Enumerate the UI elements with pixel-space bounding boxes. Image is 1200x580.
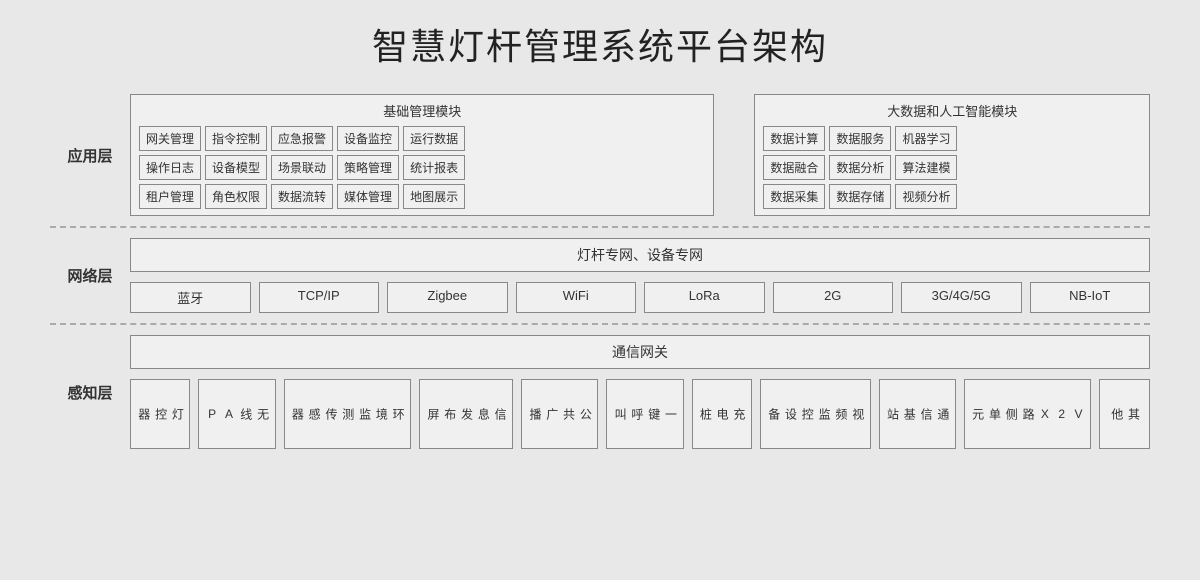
app-layer: 应用层 基础管理模块 网关管理 指令控制 应急报警 设备监控 运行数据 操作日志…	[50, 84, 1150, 228]
app-layer-content: 基础管理模块 网关管理 指令控制 应急报警 设备监控 运行数据 操作日志 设备模…	[130, 94, 1150, 216]
perception-base-station: 通信基站	[879, 379, 956, 449]
net-tcpip: TCP/IP	[259, 282, 380, 313]
perception-wifi-ap: 无线AP	[198, 379, 275, 449]
architecture-diagram: 应用层 基础管理模块 网关管理 指令控制 应急报警 设备监控 运行数据 操作日志…	[50, 84, 1150, 459]
module-run-data: 运行数据	[403, 126, 465, 151]
net-345g: 3G/4G/5G	[901, 282, 1022, 313]
perception-info-screen: 信息发布屏	[419, 379, 513, 449]
module-alarm: 应急报警	[271, 126, 333, 151]
module-device-monitor: 设备监控	[337, 126, 399, 151]
perception-other: 其他	[1099, 379, 1150, 449]
net-2g: 2G	[773, 282, 894, 313]
perception-layer-content: 通信网关 灯控器 无线AP 环境监测传感器 信息发布屏 公共广播 一键呼叫 充电…	[130, 335, 1150, 449]
ai-module-row-1: 数据融合 数据分析 算法建模	[763, 155, 1141, 180]
module-ml: 机器学习	[895, 126, 957, 151]
net-bluetooth: 蓝牙	[130, 282, 251, 313]
perception-layer: 感知层 通信网关 灯控器 无线AP 环境监测传感器 信息发布屏 公共广播 一键呼…	[50, 325, 1150, 459]
net-lora: LoRa	[644, 282, 765, 313]
page-title: 智慧灯杆管理系统平台架构	[372, 18, 828, 70]
module-video-analysis: 视频分析	[895, 184, 957, 209]
perception-env-sensor: 环境监测传感器	[284, 379, 412, 449]
module-data-storage: 数据存储	[829, 184, 891, 209]
base-module-title: 基础管理模块	[139, 101, 705, 120]
module-algo: 算法建模	[895, 155, 957, 180]
perception-broadcast: 公共广播	[521, 379, 598, 449]
base-module-row-0: 网关管理 指令控制 应急报警 设备监控 运行数据	[139, 126, 705, 151]
perception-v2x: V2X路侧单元	[964, 379, 1092, 449]
perception-camera: 视频监控设备	[760, 379, 871, 449]
spacer	[724, 94, 744, 216]
app-module-groups: 基础管理模块 网关管理 指令控制 应急报警 设备监控 运行数据 操作日志 设备模…	[130, 94, 1150, 216]
ai-module-row-2: 数据采集 数据存储 视频分析	[763, 184, 1141, 209]
perception-charger: 充电桩	[692, 379, 752, 449]
module-gateway: 网关管理	[139, 126, 201, 151]
base-module-group: 基础管理模块 网关管理 指令控制 应急报警 设备监控 运行数据 操作日志 设备模…	[130, 94, 714, 216]
base-module-row-2: 租户管理 角色权限 数据流转 媒体管理 地图展示	[139, 184, 705, 209]
module-data-analysis: 数据分析	[829, 155, 891, 180]
module-role: 角色权限	[205, 184, 267, 209]
module-scene: 场景联动	[271, 155, 333, 180]
network-layer: 网络层 灯杆专网、设备专网 蓝牙 TCP/IP Zigbee WiFi LoRa…	[50, 228, 1150, 325]
module-stats: 统计报表	[403, 155, 465, 180]
module-data-collect: 数据采集	[763, 184, 825, 209]
module-data-calc: 数据计算	[763, 126, 825, 151]
perception-gateway: 通信网关	[130, 335, 1150, 369]
base-module-row-1: 操作日志 设备模型 场景联动 策略管理 统计报表	[139, 155, 705, 180]
network-layer-label: 网络层	[50, 238, 130, 313]
module-map: 地图展示	[403, 184, 465, 209]
net-wifi: WiFi	[516, 282, 637, 313]
app-layer-label: 应用层	[50, 94, 130, 216]
network-main: 灯杆专网、设备专网	[130, 238, 1150, 272]
module-data-fusion: 数据融合	[763, 155, 825, 180]
net-zigbee: Zigbee	[387, 282, 508, 313]
network-layer-content: 灯杆专网、设备专网 蓝牙 TCP/IP Zigbee WiFi LoRa 2G …	[130, 238, 1150, 313]
perception-layer-label: 感知层	[50, 335, 130, 449]
module-data-service: 数据服务	[829, 126, 891, 151]
module-data-flow: 数据流转	[271, 184, 333, 209]
module-log: 操作日志	[139, 155, 201, 180]
ai-module-row-0: 数据计算 数据服务 机器学习	[763, 126, 1141, 151]
perception-call: 一键呼叫	[606, 379, 683, 449]
ai-module-title: 大数据和人工智能模块	[763, 101, 1141, 120]
ai-module-group: 大数据和人工智能模块 数据计算 数据服务 机器学习 数据融合 数据分析 算法建模…	[754, 94, 1150, 216]
module-media: 媒体管理	[337, 184, 399, 209]
module-cmd: 指令控制	[205, 126, 267, 151]
module-policy: 策略管理	[337, 155, 399, 180]
perception-items: 灯控器 无线AP 环境监测传感器 信息发布屏 公共广播 一键呼叫 充电桩 视频监…	[130, 379, 1150, 449]
module-device-model: 设备模型	[205, 155, 267, 180]
net-nbiot: NB-IoT	[1030, 282, 1151, 313]
network-items: 蓝牙 TCP/IP Zigbee WiFi LoRa 2G 3G/4G/5G N…	[130, 282, 1150, 313]
perception-lamp: 灯控器	[130, 379, 190, 449]
module-tenant: 租户管理	[139, 184, 201, 209]
